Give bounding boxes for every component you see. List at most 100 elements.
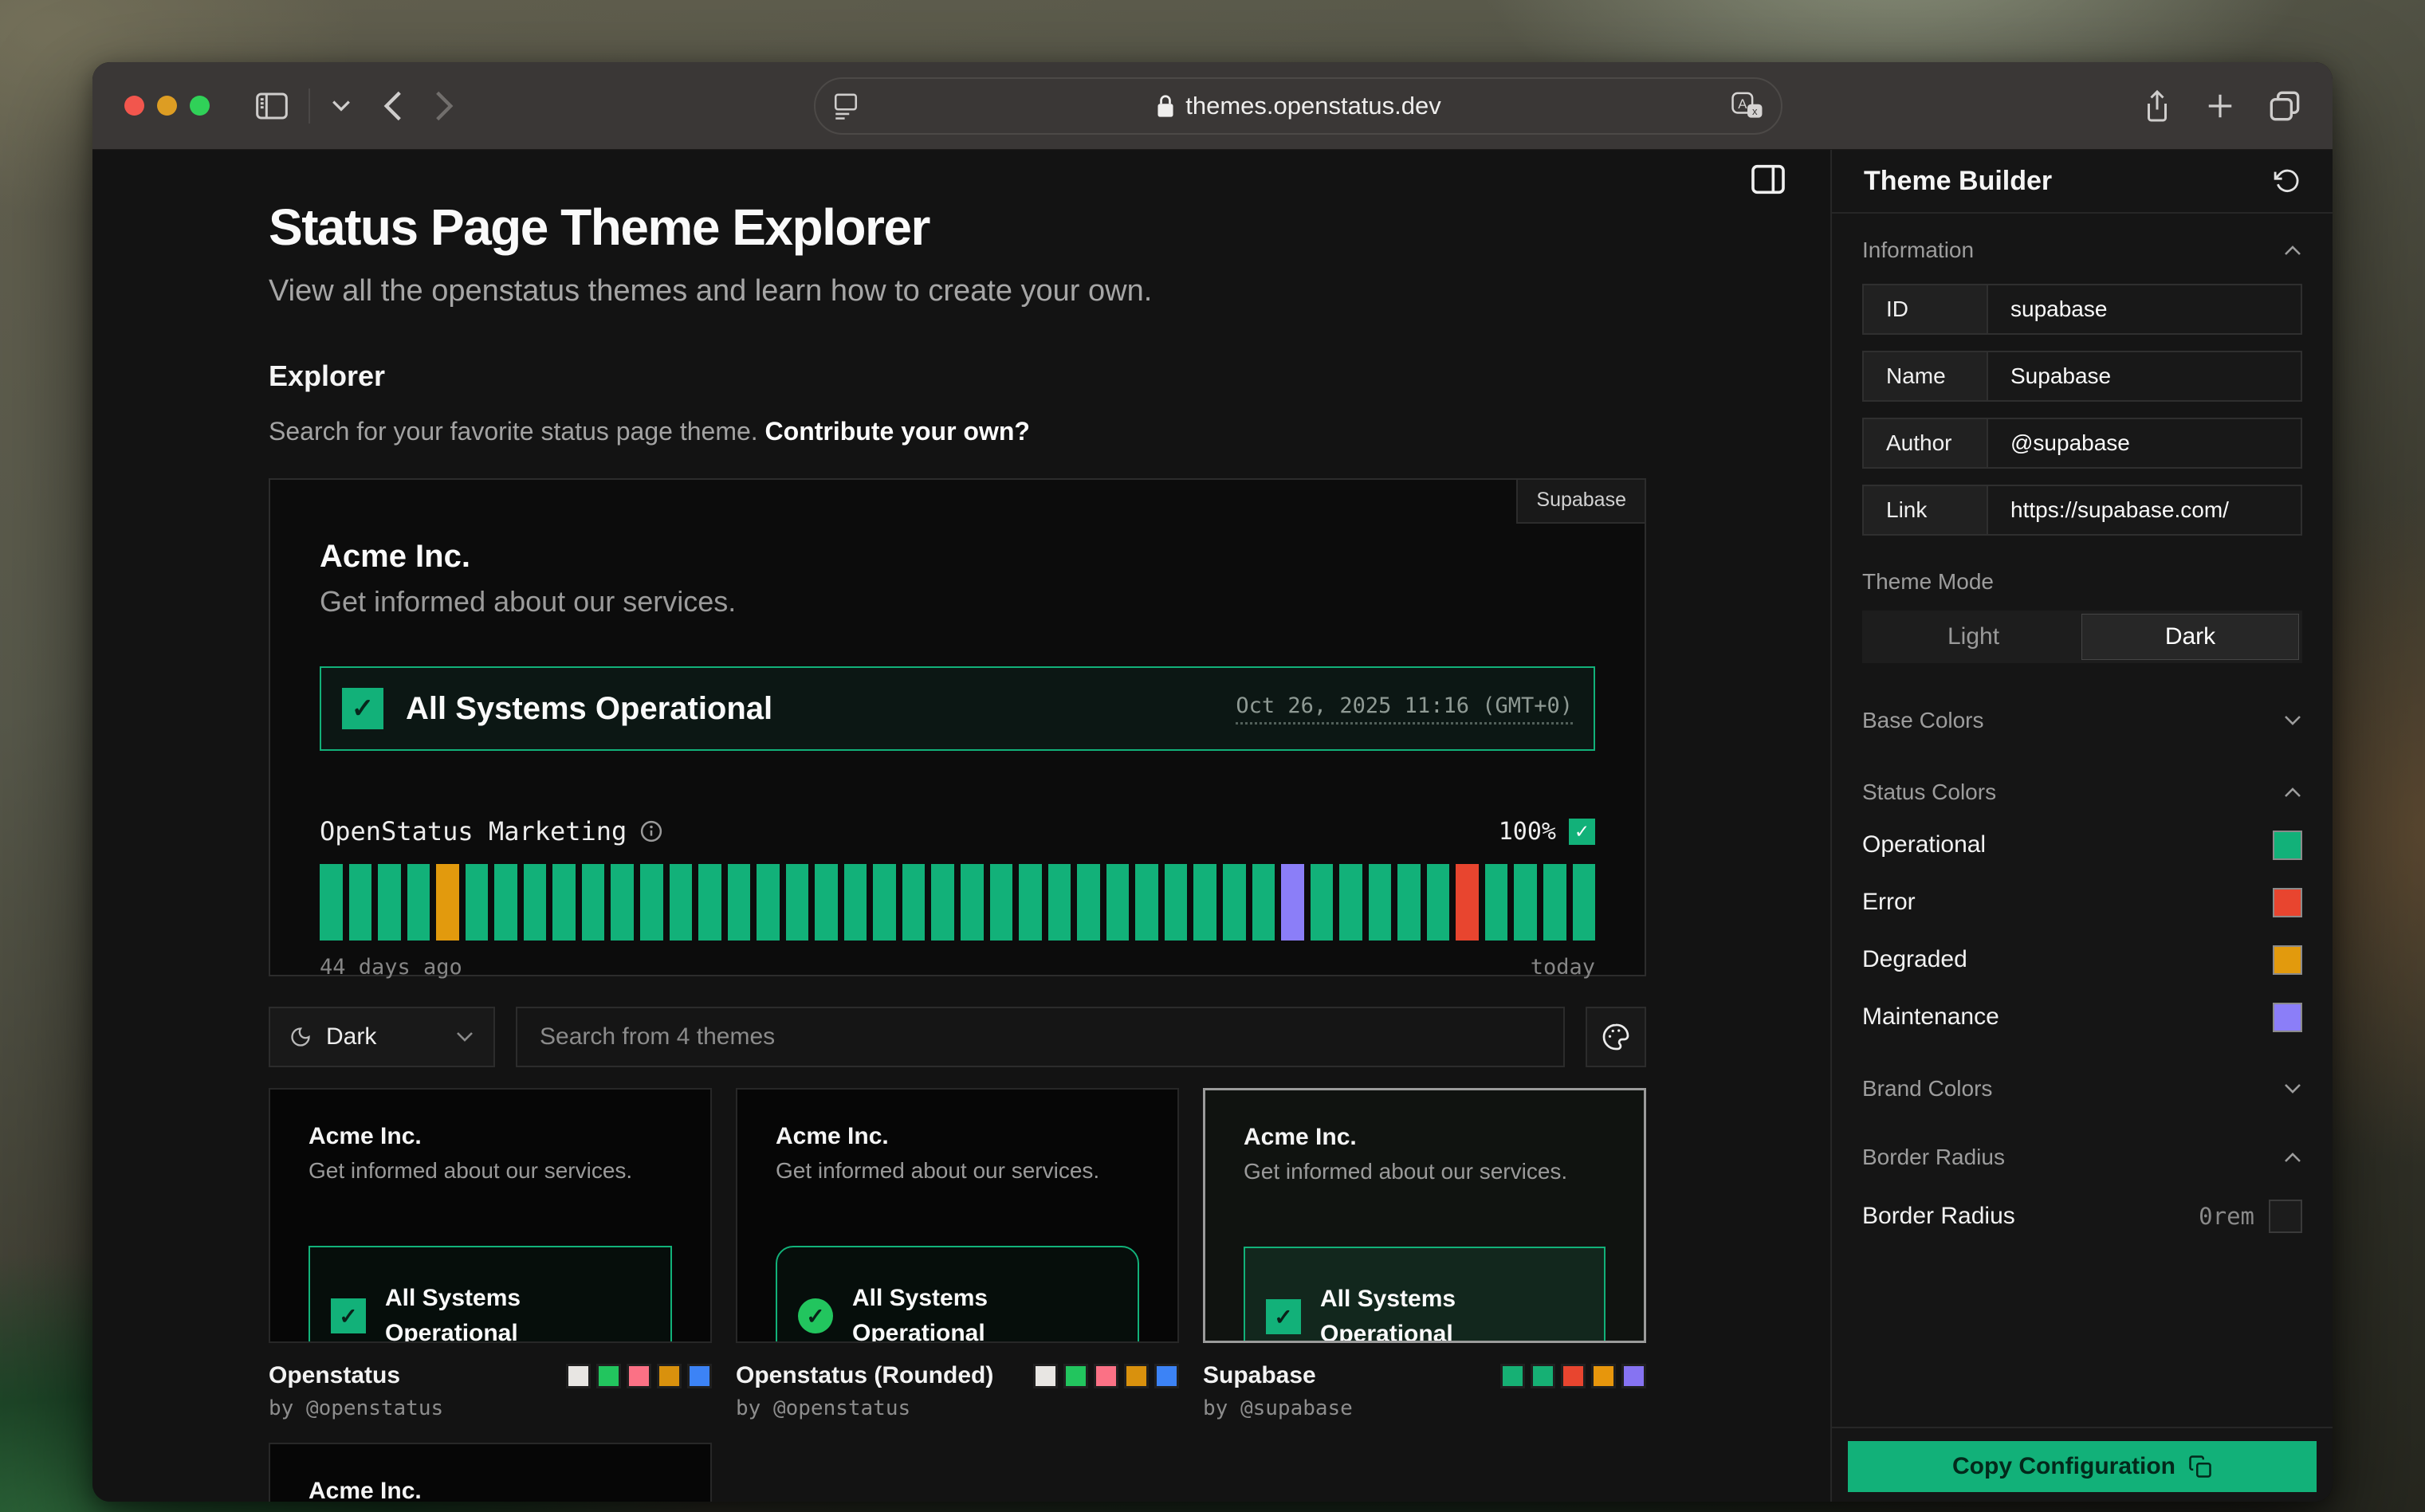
explorer-heading: Explorer <box>269 359 1830 393</box>
monitor-name: OpenStatus Marketing <box>320 816 627 846</box>
main-content: Status Page Theme Explorer View all the … <box>92 150 1830 1502</box>
palette-icon[interactable] <box>1586 1007 1646 1067</box>
theme-author: by @supabase <box>1203 1396 1353 1420</box>
border-radius-value: 0rem <box>2199 1203 2254 1230</box>
mini-status-banner: ✓ All Systems Operational Oct 26, 2025 1… <box>309 1246 672 1343</box>
mini-org-description: Get informed about our services. <box>1244 1159 1606 1184</box>
mini-status-label: All Systems Operational <box>1320 1282 1543 1343</box>
status-timestamp[interactable]: Oct 26, 2025 11:16 (GMT+0) <box>1236 693 1573 725</box>
chevron-up-icon <box>2283 787 2302 798</box>
theme-mode-label: Theme Mode <box>1862 569 2302 595</box>
mini-status-label: All Systems Operational <box>852 1281 1075 1343</box>
monitor-section: OpenStatus Marketing 100% ✓ 44 days ago … <box>320 816 1595 980</box>
close-button[interactable] <box>124 96 144 116</box>
color-label: Operational <box>1862 831 1986 858</box>
field-row-link: Link https://supabase.com/ <box>1862 485 2302 536</box>
theme-name: Supabase <box>1203 1362 1353 1389</box>
copy-configuration-button[interactable]: Copy Configuration <box>1848 1441 2317 1492</box>
reset-icon[interactable] <box>2274 167 2301 194</box>
theme-card-supabase[interactable]: Acme Inc. Get informed about our service… <box>1203 1088 1646 1420</box>
fullscreen-button[interactable] <box>190 96 210 116</box>
mini-check-icon: ✓ <box>1266 1299 1301 1334</box>
color-label: Degraded <box>1862 946 1967 973</box>
theme-card-partial[interactable]: Acme Inc. Get informed about our service… <box>269 1443 712 1502</box>
new-tab-icon[interactable] <box>2205 91 2235 121</box>
error-color-swatch[interactable] <box>2273 888 2302 917</box>
page-title: Status Page Theme Explorer <box>269 198 1830 257</box>
mini-org-description: Get informed about our services. <box>776 1158 1139 1184</box>
back-button[interactable] <box>383 90 403 122</box>
active-theme-badge: Supabase <box>1516 480 1645 524</box>
theme-card-preview: Acme Inc. Get informed about our service… <box>1203 1088 1646 1343</box>
theme-card-preview: Acme Inc. Get informed about our service… <box>736 1088 1179 1343</box>
status-label: All Systems Operational <box>406 691 1213 727</box>
theme-builder-panel-toggle-icon[interactable] <box>1751 164 1786 194</box>
toolbar-divider <box>309 88 310 124</box>
section-status-colors[interactable]: Status Colors <box>1862 780 2302 805</box>
theme-mode-dark[interactable]: Dark <box>2081 614 2299 660</box>
sidebar-content: Information ID supabase Name Supabase <box>1832 214 2333 1427</box>
theme-card-preview: Acme Inc. Get informed about our service… <box>269 1443 712 1502</box>
mini-check-icon: ✓ <box>331 1298 366 1333</box>
chevron-up-icon <box>2283 1152 2302 1163</box>
theme-mode-light[interactable]: Light <box>1865 614 2081 660</box>
status-banner: ✓ All Systems Operational Oct 26, 2025 1… <box>320 666 1595 751</box>
page-subtitle: View all the openstatus themes and learn… <box>269 274 1830 308</box>
contribute-link[interactable]: Contribute your own? <box>765 417 1030 446</box>
theme-name: Openstatus (Rounded) <box>736 1362 993 1389</box>
tab-group-chevron-icon[interactable] <box>331 100 352 112</box>
section-brand-colors[interactable]: Brand Colors <box>1862 1076 2302 1102</box>
theme-search-input[interactable] <box>516 1007 1565 1067</box>
sidebar-footer: Copy Configuration <box>1832 1427 2333 1502</box>
theme-preview-card: Supabase Acme Inc. Get informed about ou… <box>269 478 1646 976</box>
theme-card-openstatus-rounded[interactable]: Acme Inc. Get informed about our service… <box>736 1088 1179 1420</box>
color-row-maintenance: Maintenance <box>1862 999 2302 1035</box>
section-information[interactable]: Information <box>1862 238 2302 263</box>
theme-name: Openstatus <box>269 1362 443 1389</box>
mode-dropdown-value: Dark <box>326 1023 376 1051</box>
explorer-description: Search for your favorite status page the… <box>269 417 1830 446</box>
theme-mode-dropdown[interactable]: Dark <box>269 1007 495 1067</box>
theme-mode-toggle: Light Dark <box>1862 611 2302 663</box>
reader-view-icon[interactable] <box>833 92 859 120</box>
field-label: Name <box>1864 352 1988 400</box>
sidebar-toggle-icon[interactable] <box>256 92 288 120</box>
maintenance-color-swatch[interactable] <box>2273 1003 2302 1032</box>
address-bar[interactable]: themes.openstatus.dev Ax <box>814 77 1782 135</box>
theme-author: by @openstatus <box>269 1396 443 1420</box>
degraded-color-swatch[interactable] <box>2273 945 2302 975</box>
minimize-button[interactable] <box>157 96 177 116</box>
theme-card-preview: Acme Inc. Get informed about our service… <box>269 1088 712 1343</box>
info-icon[interactable] <box>639 819 663 843</box>
lock-icon <box>1155 94 1176 118</box>
operational-color-swatch[interactable] <box>2273 831 2302 860</box>
theme-cards-row-2: Acme Inc. Get informed about our service… <box>269 1443 1646 1502</box>
field-value-input[interactable]: @supabase <box>1988 419 2301 467</box>
theme-swatches <box>1500 1362 1646 1388</box>
tab-overview-icon[interactable] <box>2269 90 2301 122</box>
theme-card-openstatus[interactable]: Acme Inc. Get informed about our service… <box>269 1088 712 1420</box>
chevron-up-icon <box>2283 245 2302 256</box>
forward-button[interactable] <box>434 90 454 122</box>
section-border-radius[interactable]: Border Radius <box>1862 1145 2302 1170</box>
field-value-input[interactable]: Supabase <box>1988 352 2301 400</box>
chevron-down-icon <box>455 1031 474 1043</box>
translate-icon[interactable]: Ax <box>1731 92 1763 120</box>
mini-status-banner: ✓ All Systems Operational Oct 26, 2025 1… <box>1244 1247 1606 1343</box>
field-label: Link <box>1864 486 1988 534</box>
chevron-down-icon <box>2283 1083 2302 1094</box>
share-icon[interactable] <box>2143 88 2171 124</box>
theme-builder-sidebar: Theme Builder Information ID supabase <box>1830 150 2333 1502</box>
section-base-colors[interactable]: Base Colors <box>1862 708 2302 733</box>
field-value-input[interactable]: supabase <box>1988 285 2301 333</box>
browser-window: themes.openstatus.dev Ax <box>92 62 2333 1502</box>
color-label: Error <box>1862 889 1916 916</box>
field-label: Author <box>1864 419 1988 467</box>
color-row-error: Error <box>1862 885 2302 920</box>
uptime-bars[interactable] <box>320 864 1595 941</box>
border-radius-input[interactable] <box>2269 1200 2302 1233</box>
field-label: ID <box>1864 285 1988 333</box>
filter-row: Dark <box>269 1007 1646 1067</box>
field-value-input[interactable]: https://supabase.com/ <box>1988 486 2301 534</box>
range-end: today <box>1531 955 1595 980</box>
